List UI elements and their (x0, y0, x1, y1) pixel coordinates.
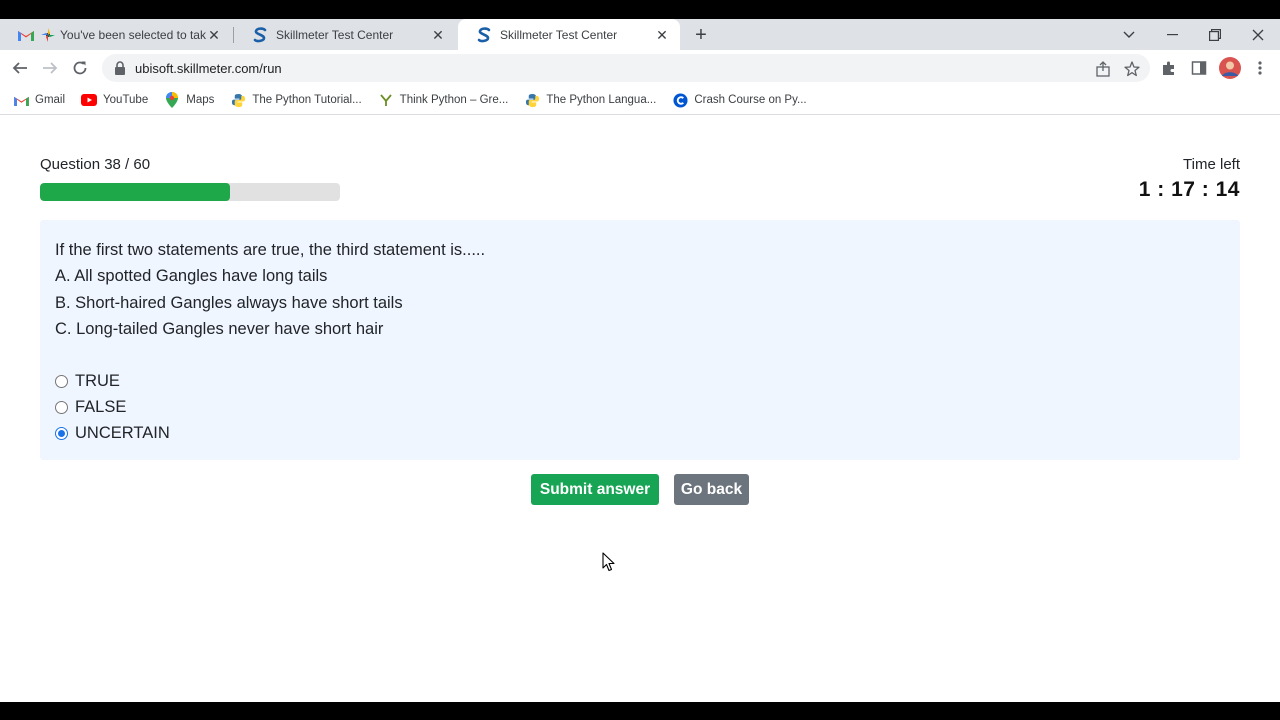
countdown-timer: 1 : 17 : 14 (1138, 178, 1240, 201)
statement-a: A. All spotted Gangles have long tails (55, 267, 328, 286)
question-prompt: If the first two statements are true, th… (55, 241, 486, 259)
submit-answer-button[interactable]: Submit answer (531, 474, 659, 505)
tab-title: Skillmeter Test Center (500, 27, 618, 42)
answer-options: TRUE FALSE UNCERTAIN (55, 368, 1225, 447)
skillmeter-icon (252, 26, 268, 43)
close-tab-icon[interactable]: ✕ (206, 27, 222, 43)
reload-icon[interactable] (67, 55, 93, 81)
extensions-puzzle-icon[interactable] (1159, 58, 1179, 78)
pinwheel-icon (40, 27, 56, 43)
bookmark-crash-course[interactable]: Crash Course on Py... (672, 92, 807, 108)
progress-bar (40, 183, 340, 201)
close-window-icon[interactable] (1236, 19, 1280, 50)
option-label: FALSE (75, 398, 127, 417)
option-false[interactable]: FALSE (55, 394, 1225, 420)
bookmark-python-tutorial[interactable]: The Python Tutorial... (230, 92, 362, 108)
bookmark-label: The Python Tutorial... (252, 94, 362, 106)
radio-uncertain[interactable] (55, 427, 68, 441)
radio-false[interactable] (55, 401, 68, 415)
bookmark-maps[interactable]: Maps (164, 92, 214, 108)
time-left-label: Time left (1183, 156, 1240, 173)
python-icon (230, 92, 246, 108)
progress-bar-fill (40, 183, 230, 201)
go-back-button[interactable]: Go back (674, 474, 749, 505)
tab-title: You've been selected to take (60, 27, 206, 42)
new-tab-button[interactable]: + (690, 24, 712, 46)
action-buttons: Submit answer Go back (0, 474, 1280, 506)
forward-arrow-icon[interactable] (37, 55, 63, 81)
gmail-icon (13, 92, 29, 108)
python-icon (524, 92, 540, 108)
bookmark-star-icon[interactable] (1123, 60, 1141, 78)
more-menu-icon[interactable] (1250, 58, 1270, 78)
bookmark-python-language[interactable]: The Python Langua... (524, 92, 656, 108)
bookmark-label: Think Python – Gre... (399, 94, 509, 106)
radio-true[interactable] (55, 374, 68, 388)
youtube-icon (81, 92, 98, 108)
option-true[interactable]: TRUE (55, 368, 1225, 394)
gmail-icon (18, 27, 34, 43)
bookmark-label: The Python Langua... (546, 94, 657, 106)
bookmark-label: Maps (186, 94, 215, 106)
restore-icon[interactable] (1193, 19, 1237, 50)
back-arrow-icon[interactable] (7, 55, 33, 81)
option-uncertain[interactable]: UNCERTAIN (55, 421, 1225, 447)
bookmark-label: Gmail (35, 94, 66, 106)
statement-c: C. Long-tailed Gangles never have short … (55, 319, 384, 338)
tab-strip: You've been selected to take ✕ Skillmete… (0, 19, 1280, 50)
mouse-cursor-icon (602, 552, 615, 572)
screen-frame: You've been selected to take ✕ Skillmete… (0, 0, 1280, 720)
side-panel-icon[interactable] (1189, 58, 1209, 78)
tab-title: Skillmeter Test Center (276, 27, 394, 42)
tab-skillmeter-1[interactable]: Skillmeter Test Center ✕ (234, 19, 456, 50)
bookmarks-bar: Gmail YouTube Maps The Python Tutorial..… (0, 86, 1280, 115)
close-tab-icon[interactable]: ✕ (430, 27, 446, 43)
browser-window: You've been selected to take ✕ Skillmete… (0, 19, 1280, 702)
profile-avatar[interactable] (1219, 57, 1241, 79)
share-icon[interactable] (1094, 60, 1112, 78)
question-counter: Question 38 / 60 (40, 156, 151, 173)
address-bar[interactable]: ubisoft.skillmeter.com/run (102, 54, 1150, 82)
skillmeter-icon (476, 26, 492, 43)
question-card: If the first two statements are true, th… (40, 220, 1240, 460)
bookmark-label: YouTube (103, 94, 149, 106)
tab-gmail-invite[interactable]: You've been selected to take ✕ (0, 19, 232, 50)
statement-b: B. Short-haired Gangles always have shor… (55, 293, 403, 312)
bookmark-gmail[interactable]: Gmail (13, 92, 65, 108)
coursera-icon (672, 92, 688, 108)
quiz-page: Question 38 / 60 Time left 1 : 17 : 14 I… (0, 116, 1280, 702)
think-python-icon (378, 92, 394, 108)
bookmark-label: Crash Course on Py... (694, 94, 807, 106)
lock-icon (114, 61, 128, 75)
option-label: TRUE (75, 371, 120, 390)
tab-skillmeter-active[interactable]: Skillmeter Test Center ✕ (458, 19, 680, 50)
close-tab-icon[interactable]: ✕ (654, 27, 670, 43)
bookmark-youtube[interactable]: YouTube (81, 92, 148, 108)
minimize-icon[interactable] (1150, 19, 1194, 50)
url-text: ubisoft.skillmeter.com/run (135, 60, 282, 76)
tab-search-chevron-icon[interactable] (1107, 19, 1151, 50)
browser-toolbar: ubisoft.skillmeter.com/run (0, 50, 1280, 86)
bookmark-think-python[interactable]: Think Python – Gre... (378, 92, 509, 108)
option-label: UNCERTAIN (75, 424, 170, 443)
maps-icon (164, 92, 180, 108)
